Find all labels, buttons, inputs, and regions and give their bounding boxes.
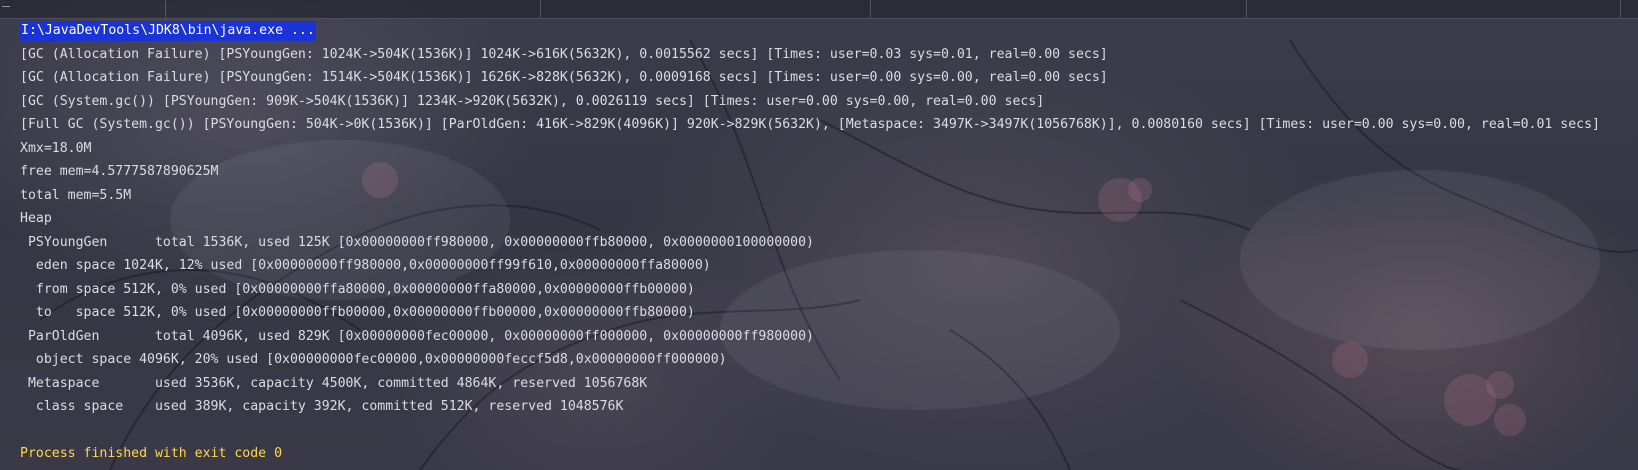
toolbar-divider — [165, 0, 166, 18]
output-line: from space 512K, 0% used [0x00000000ffa8… — [20, 281, 695, 297]
run-tab-icon[interactable] — [2, 2, 10, 7]
output-line: eden space 1024K, 12% used [0x00000000ff… — [20, 258, 711, 273]
output-line: [GC (System.gc()) [PSYoungGen: 909K->504… — [20, 93, 1045, 109]
output-line: ParOldGen total 4096K, used 829K [0x0000… — [20, 328, 814, 344]
toolbar-divider — [540, 0, 541, 18]
output-line: free mem=4.5777587890625M — [20, 164, 219, 179]
output-line: total mem=5.5M — [20, 187, 132, 203]
output-line: Metaspace used 3536K, capacity 4500K, co… — [20, 375, 648, 391]
toolbar-divider — [870, 0, 871, 18]
command-line[interactable]: I:\JavaDevTools\JDK8\bin\java.exe ... — [20, 19, 1638, 43]
output-line: [GC (Allocation Failure) [PSYoungGen: 15… — [20, 70, 1108, 85]
exit-message: Process finished with exit code 0 — [20, 446, 283, 461]
command-text: I:\JavaDevTools\JDK8\bin\java.exe ... — [20, 21, 316, 41]
run-console-window: I:\JavaDevTools\JDK8\bin\java.exe ... [G… — [0, 0, 1638, 470]
console-output[interactable]: I:\JavaDevTools\JDK8\bin\java.exe ... [G… — [20, 19, 1638, 470]
output-line: [GC (Allocation Failure) [PSYoungGen: 10… — [20, 46, 1108, 62]
output-line: Heap — [20, 211, 52, 226]
output-line: to space 512K, 0% used [0x00000000ffb000… — [20, 305, 695, 320]
toolbar-divider — [1620, 0, 1621, 18]
output-line: Xmx=18.0M — [20, 140, 92, 156]
output-line: [Full GC (System.gc()) [PSYoungGen: 504K… — [20, 117, 1600, 132]
output-line: object space 4096K, 20% used [0x00000000… — [20, 352, 727, 367]
console-toolbar — [0, 0, 1638, 19]
output-line: PSYoungGen total 1536K, used 125K [0x000… — [20, 234, 814, 250]
output-line: class space used 389K, capacity 392K, co… — [20, 399, 624, 414]
toolbar-divider — [1246, 0, 1247, 18]
